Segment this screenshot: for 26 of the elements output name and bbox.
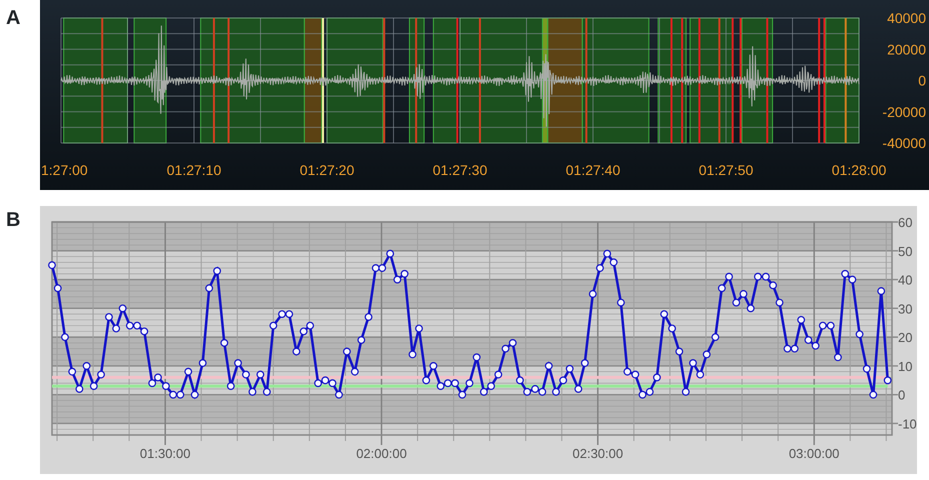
- x-axis-label: 02:30:00: [572, 446, 624, 461]
- panel-label: B: [5, 208, 22, 233]
- y-axis-label: 30: [898, 301, 912, 316]
- y-axis-label: -40000: [882, 135, 926, 151]
- y-axis-label: -10: [898, 416, 917, 432]
- panel-label: A: [5, 6, 22, 31]
- x-axis-label: 01:27:30: [432, 162, 488, 178]
- x-axis-label: 01:27:20: [300, 162, 354, 178]
- x-axis-label: 01:30:00: [140, 446, 190, 461]
- x-axis-label: 03:00:00: [788, 446, 840, 461]
- y-axis-label: -20000: [882, 104, 926, 120]
- y-axis-label: 10: [898, 358, 912, 374]
- x-axis-label: 01:27:10: [166, 162, 222, 178]
- y-axis-label: 0: [898, 388, 906, 403]
- y-axis-label: 50: [898, 244, 912, 259]
- y-axis-label: 60: [898, 215, 912, 230]
- x-axis-label: 01:27:40: [566, 162, 620, 178]
- x-axis-label: 02:00:00: [356, 446, 407, 461]
- y-axis-label: 40000: [887, 10, 926, 26]
- y-axis-label: 0: [918, 72, 926, 88]
- y-axis-label: 40: [898, 272, 912, 288]
- x-axis-label: 1:27:00: [41, 162, 88, 178]
- x-axis-label: 01:28:00: [832, 162, 886, 178]
- y-axis-label: 20: [898, 330, 912, 346]
- x-axis-label: 01:27:50: [698, 162, 754, 178]
- y-axis-label: 20000: [887, 41, 926, 58]
